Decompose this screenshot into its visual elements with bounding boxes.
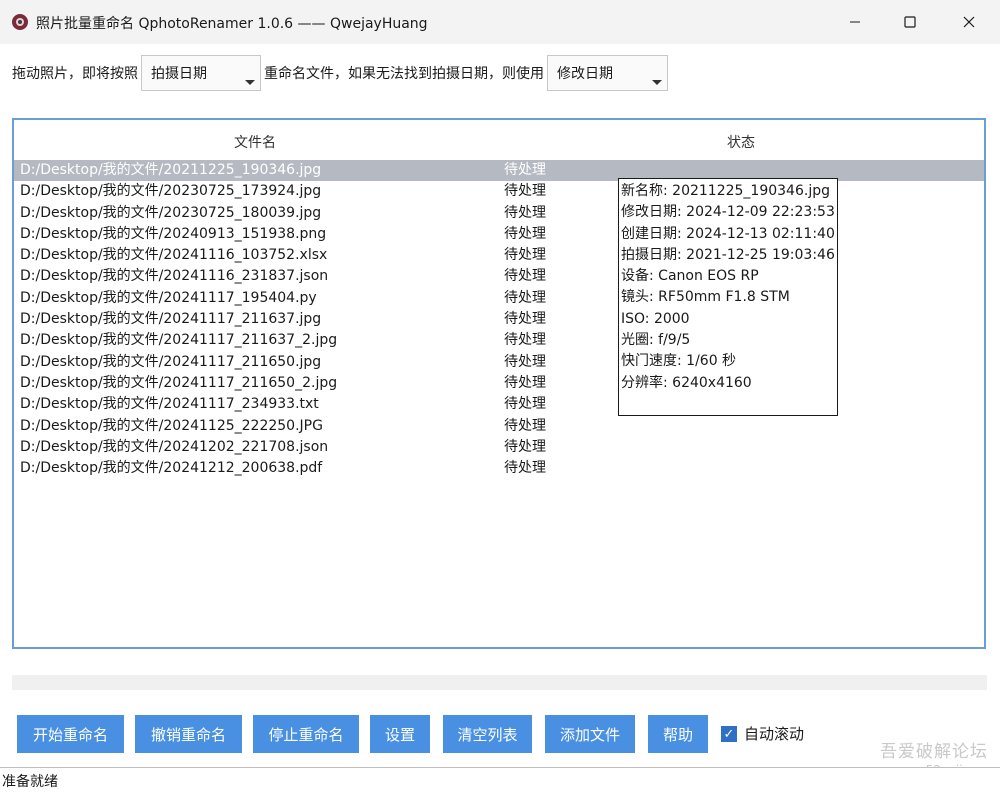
maximize-button[interactable]	[881, 0, 939, 44]
tooltip-line: 光圈: f/9/5	[621, 332, 691, 349]
status-cell: 待处理	[504, 332, 546, 349]
tooltip-line: 拍摄日期: 2021-12-25 19:03:46	[621, 246, 835, 263]
tooltip-line: 修改日期: 2024-12-09 22:23:53	[621, 204, 835, 221]
clear-list-button[interactable]: 清空列表	[443, 715, 532, 753]
minimize-icon	[850, 21, 860, 23]
table-row[interactable]: D:/Desktop/我的文件/20240913_151938.png 待处理	[14, 224, 984, 245]
file-path-cell: D:/Desktop/我的文件/20211225_190346.jpg	[20, 162, 322, 178]
rename-basis-select[interactable]: 拍摄日期	[141, 55, 261, 91]
maximize-icon	[904, 16, 916, 28]
file-path-cell: D:/Desktop/我的文件/20241125_222250.JPG	[20, 417, 323, 434]
file-path-cell: D:/Desktop/我的文件/20241117_234933.txt	[20, 396, 319, 413]
close-icon	[963, 16, 975, 28]
file-path-cell: D:/Desktop/我的文件/20241116_103752.xlsx	[20, 247, 328, 264]
status-cell: 待处理	[504, 225, 546, 242]
auto-scroll-checkbox[interactable]: ✓	[721, 725, 737, 742]
rename-basis-value: 拍摄日期	[151, 66, 207, 82]
tooltip-line: 新名称: 20211225_190346.jpg	[621, 183, 830, 199]
close-button[interactable]	[940, 0, 998, 44]
prefix-label: 拖动照片，即将按照	[12, 66, 138, 82]
table-row[interactable]: D:/Desktop/我的文件/20241117_211650_2.jpg 待处理	[14, 373, 984, 394]
table-row[interactable]: D:/Desktop/我的文件/20241117_195404.py 待处理	[14, 288, 984, 309]
table-row[interactable]: D:/Desktop/我的文件/20241117_211650.jpg 待处理	[14, 352, 984, 373]
fallback-basis-value: 修改日期	[557, 66, 613, 82]
column-header-status[interactable]: 状态	[727, 132, 755, 152]
settings-button[interactable]: 设置	[370, 715, 430, 753]
status-bar: 准备就绪	[0, 767, 1000, 792]
tooltip-line: 快门速度: 1/60 秒	[621, 353, 737, 370]
tooltip-line: ISO: 2000	[621, 310, 690, 327]
file-path-cell: D:/Desktop/我的文件/20241117_211637.jpg	[20, 311, 322, 328]
file-path-cell: D:/Desktop/我的文件/20230725_173924.jpg	[20, 183, 322, 200]
file-path-cell: D:/Desktop/我的文件/20241117_195404.py	[20, 289, 317, 306]
file-info-tooltip: 新名称: 20211225_190346.jpg 修改日期: 2024-12-09…	[618, 178, 838, 416]
stop-rename-button[interactable]: 停止重命名	[253, 715, 359, 753]
table-row[interactable]: D:/Desktop/我的文件/20241212_200638.pdf 待处理	[14, 458, 984, 479]
table-row[interactable]: D:/Desktop/我的文件/20241117_234933.txt 待处理	[14, 394, 984, 415]
table-row[interactable]: D:/Desktop/我的文件/20211225_190346.jpg 待处理	[14, 160, 984, 182]
tooltip-line: 镜头: RF50mm F1.8 STM	[621, 289, 790, 306]
tooltip-line: 设备: Canon EOS RP	[621, 268, 759, 285]
help-button[interactable]: 帮助	[648, 715, 708, 753]
table-row[interactable]: D:/Desktop/我的文件/20241202_221708.json 待处理	[14, 437, 984, 458]
file-path-cell: D:/Desktop/我的文件/20241212_200638.pdf	[20, 460, 323, 477]
table-row[interactable]: D:/Desktop/我的文件/20230725_180039.jpg 待处理	[14, 203, 984, 224]
file-path-cell: D:/Desktop/我的文件/20240913_151938.png	[20, 225, 327, 242]
status-cell: 待处理	[504, 204, 546, 221]
status-cell: 待处理	[504, 268, 546, 285]
middle-label: 重命名文件，如果无法找到拍摄日期，则使用	[264, 66, 544, 82]
table-body: D:/Desktop/我的文件/20211225_190346.jpg 待处理 D:…	[14, 160, 984, 479]
status-text: 准备就绪	[2, 774, 58, 790]
status-cell: 待处理	[504, 162, 546, 178]
progress-bar	[12, 675, 987, 690]
status-cell: 待处理	[504, 311, 546, 328]
window-title: 照片批量重命名 QphotoRenamer 1.0.6 —— QwejayHua…	[36, 16, 428, 32]
table-header: 文件名 状态	[14, 128, 984, 154]
file-table[interactable]: 文件名 状态 D:/Desktop/我的文件/20211225_190346.j…	[12, 118, 986, 649]
auto-scroll-label: 自动滚动	[744, 725, 805, 743]
fallback-basis-select[interactable]: 修改日期	[547, 55, 668, 91]
title-bar: 照片批量重命名 QphotoRenamer 1.0.6 —— QwejayHua…	[0, 0, 1000, 44]
table-row[interactable]: D:/Desktop/我的文件/20241125_222250.JPG 待处理	[14, 416, 984, 437]
status-cell: 待处理	[504, 353, 546, 370]
file-path-cell: D:/Desktop/我的文件/20241117_211650.jpg	[20, 353, 322, 370]
status-cell: 待处理	[504, 247, 546, 264]
status-cell: 待处理	[504, 374, 546, 391]
table-row[interactable]: D:/Desktop/我的文件/20241116_231837.json 待处理	[14, 266, 984, 287]
status-cell: 待处理	[504, 396, 546, 413]
table-row[interactable]: D:/Desktop/我的文件/20230725_173924.jpg 待处理	[14, 181, 984, 202]
status-cell: 待处理	[504, 438, 546, 455]
file-path-cell: D:/Desktop/我的文件/20241117_211650_2.jpg	[20, 374, 338, 391]
file-path-cell: D:/Desktop/我的文件/20241202_221708.json	[20, 438, 329, 455]
add-files-button[interactable]: 添加文件	[545, 715, 635, 753]
undo-rename-button[interactable]: 撤销重命名	[135, 715, 242, 753]
chevron-down-icon	[652, 80, 662, 85]
watermark-title: 吾爱破解论坛	[880, 742, 988, 762]
chevron-down-icon	[245, 80, 255, 85]
column-header-filename[interactable]: 文件名	[234, 132, 276, 152]
table-row[interactable]: D:/Desktop/我的文件/20241116_103752.xlsx 待处理	[14, 245, 984, 266]
status-cell: 待处理	[504, 460, 546, 477]
app-icon	[12, 14, 28, 30]
options-row: 拖动照片，即将按照 拍摄日期 重命名文件，如果无法找到拍摄日期，则使用 修改日期	[12, 52, 671, 94]
file-path-cell: D:/Desktop/我的文件/20241117_211637_2.jpg	[20, 332, 338, 349]
start-rename-button[interactable]: 开始重命名	[17, 715, 124, 753]
status-cell: 待处理	[504, 417, 546, 434]
auto-scroll-toggle[interactable]: ✓ 自动滚动	[721, 723, 804, 744]
table-row[interactable]: D:/Desktop/我的文件/20241117_211637_2.jpg 待处理	[14, 330, 984, 351]
status-cell: 待处理	[504, 183, 546, 200]
status-cell: 待处理	[504, 289, 546, 306]
file-path-cell: D:/Desktop/我的文件/20230725_180039.jpg	[20, 204, 322, 221]
tooltip-line: 分辨率: 6240x4160	[621, 374, 752, 391]
minimize-button[interactable]	[826, 0, 884, 44]
table-row[interactable]: D:/Desktop/我的文件/20241117_211637.jpg 待处理	[14, 309, 984, 330]
file-path-cell: D:/Desktop/我的文件/20241116_231837.json	[20, 268, 329, 285]
tooltip-line: 创建日期: 2024-12-13 02:11:40	[621, 225, 835, 242]
